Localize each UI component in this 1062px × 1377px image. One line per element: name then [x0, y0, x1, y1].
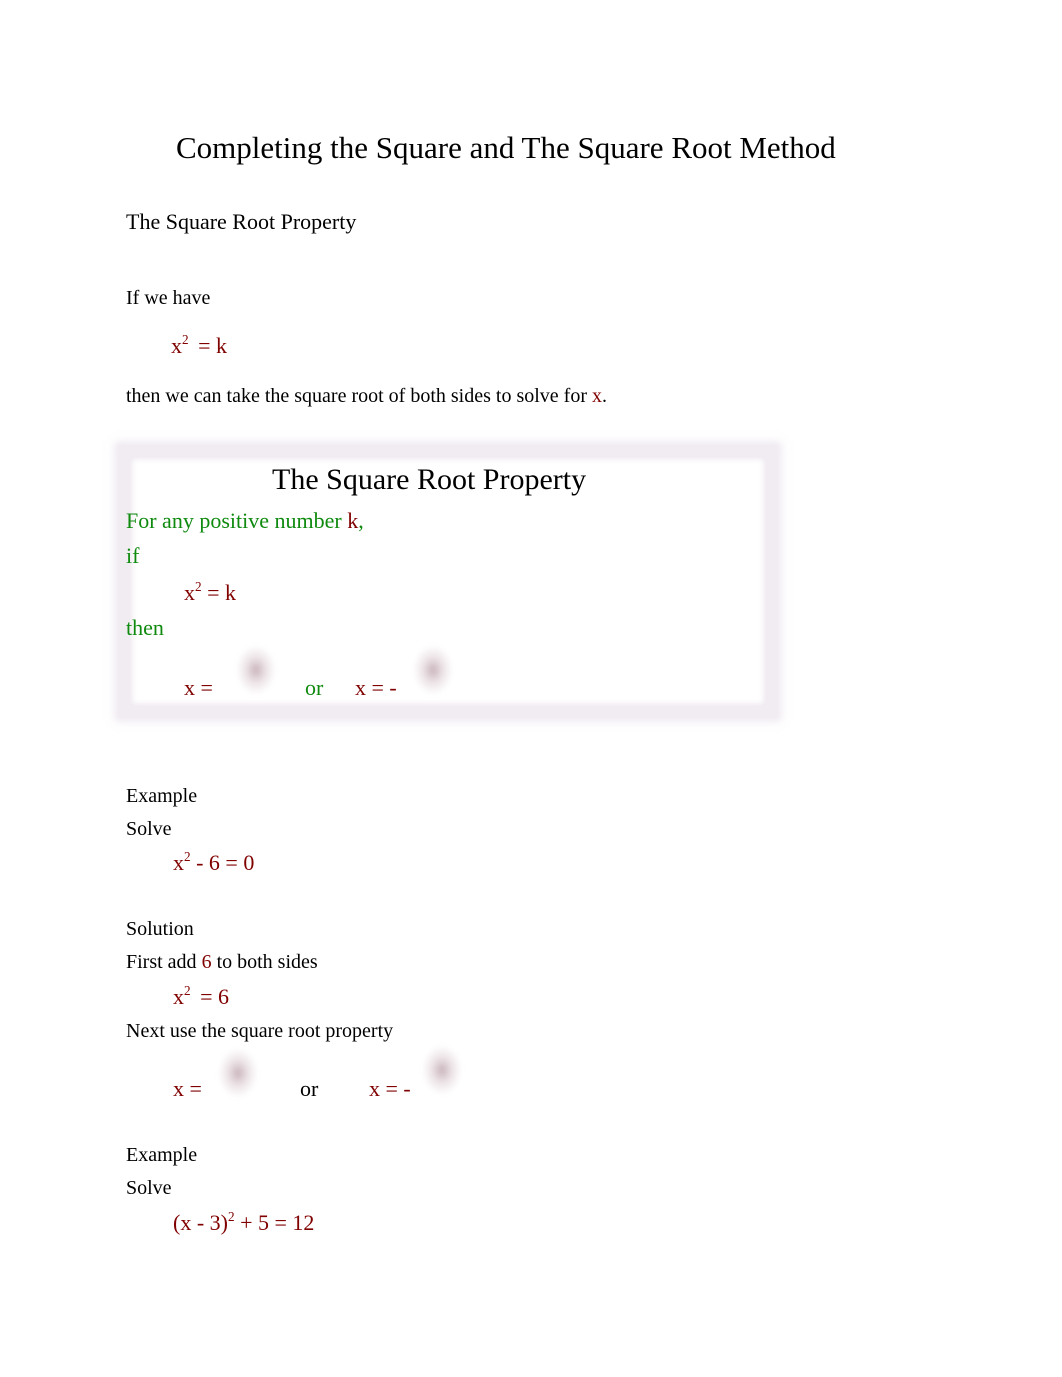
example2-equation: (x - 3)2 + 5 = 12 [173, 1209, 315, 1235]
example1-or-label: or [300, 1076, 319, 1101]
eq-base: x [173, 984, 184, 1009]
page-title: Completing the Square and The Square Roo… [176, 130, 836, 165]
example2-solve-label: Solve [126, 1177, 172, 1199]
example1-solve-label: Solve [126, 818, 172, 840]
intro-equation: x2 = k [171, 332, 228, 358]
sqrt-k-image-icon [236, 645, 276, 695]
condition-end: , [358, 508, 364, 533]
eq-exponent: 2 [227, 1209, 235, 1225]
eq-rest: = k [192, 333, 228, 358]
property-equation: x2 = k [184, 579, 237, 605]
eq-exponent: 2 [195, 579, 202, 595]
property-box-title: The Square Root Property [272, 463, 587, 496]
example1-solution-left: x = [173, 1076, 202, 1101]
section-heading: The Square Root Property [126, 209, 357, 234]
then-text: then we can take the square root of both… [126, 385, 587, 407]
property-if-label: if [126, 543, 140, 568]
sqrt-6-image-icon [218, 1048, 258, 1098]
property-then-label: then [126, 615, 164, 640]
example1-step2: Next use the square root property [126, 1020, 394, 1042]
eq-rest: = k [201, 580, 237, 605]
eq-base: (x - 3) [173, 1210, 228, 1235]
eq-rest: - 6 = 0 [190, 850, 255, 875]
eq-base: x [173, 850, 184, 875]
eq-exponent: 2 [184, 983, 191, 999]
eq-base: x [171, 333, 182, 358]
property-or-label: or [305, 675, 324, 700]
step1-value: 6 [201, 951, 212, 973]
property-solution-left: x = [184, 675, 213, 700]
example1-solution-right: x = - [369, 1076, 411, 1101]
sqrt-6-image-icon [422, 1045, 462, 1095]
condition-var: k [347, 508, 359, 533]
step1-suffix: to both sides [216, 951, 318, 973]
eq-rest: = 6 [194, 984, 230, 1009]
eq-rest: + 5 = 12 [234, 1210, 315, 1235]
then-end: . [601, 385, 607, 407]
condition-text: For any positive number [126, 508, 342, 533]
eq-exponent: 2 [184, 849, 191, 865]
eq-base: x [184, 580, 195, 605]
then-var: x [591, 385, 602, 407]
example1-step1: First add 6 to both sides [126, 952, 318, 972]
example1-equation: x2 - 6 = 0 [173, 849, 255, 875]
step1-prefix: First add [126, 951, 197, 973]
example1-step1-equation: x2 = 6 [173, 983, 230, 1009]
eq-exponent: 2 [182, 332, 189, 348]
example1-label: Example [126, 785, 198, 807]
property-solution-right: x = - [355, 675, 397, 700]
property-condition: For any positive number k, [126, 510, 364, 532]
example2-label: Example [126, 1144, 198, 1166]
intro-then-text: then we can take the square root of both… [126, 386, 607, 406]
sqrt-k-image-icon [413, 645, 453, 695]
intro-if-text: If we have [126, 287, 211, 309]
example1-solution-label: Solution [126, 918, 194, 940]
